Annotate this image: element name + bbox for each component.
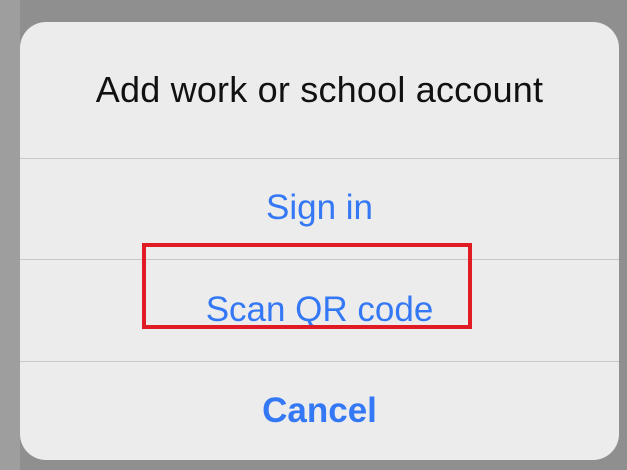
cancel-button[interactable]: Cancel xyxy=(20,362,619,460)
action-sheet: Add work or school account Sign in Scan … xyxy=(20,22,619,460)
overlay-edge xyxy=(0,0,20,470)
cancel-label: Cancel xyxy=(262,391,377,430)
action-sheet-title: Add work or school account xyxy=(95,69,544,110)
action-sheet-header: Add work or school account xyxy=(20,22,619,158)
sign-in-label: Sign in xyxy=(265,188,374,227)
highlight-box xyxy=(142,243,472,329)
